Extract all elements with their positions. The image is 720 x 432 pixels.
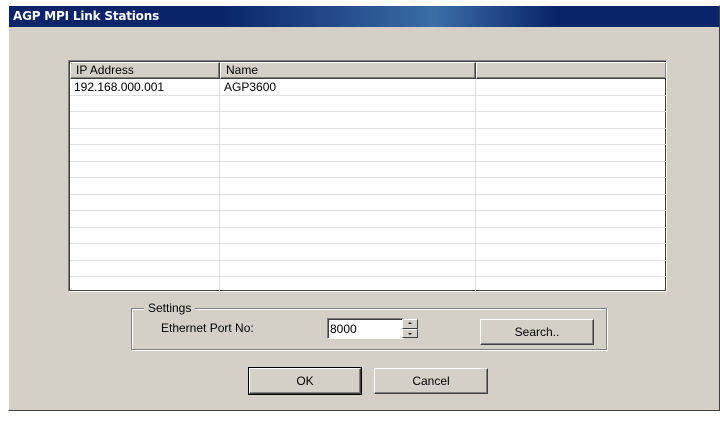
table-cell (220, 260, 476, 276)
list-header: IP Address Name (70, 62, 666, 79)
table-cell (476, 145, 666, 161)
table-cell (476, 244, 666, 260)
table-row[interactable]: 192.168.000.001 AGP3600 (70, 79, 666, 96)
table-row[interactable] (70, 128, 666, 145)
title-bar[interactable]: AGP MPI Link Stations (9, 6, 719, 27)
ethernet-port-input[interactable] (327, 318, 404, 339)
table-row[interactable] (70, 145, 666, 162)
table-cell (70, 227, 220, 243)
search-button[interactable]: Search.. (480, 319, 594, 345)
column-header-name[interactable]: Name (220, 62, 476, 79)
settings-group-label: Settings (144, 301, 196, 315)
table-cell (220, 145, 476, 161)
arrow-down-icon (408, 332, 412, 335)
table-row[interactable] (70, 112, 666, 129)
spin-down-button[interactable] (402, 328, 418, 338)
table-cell (220, 112, 476, 128)
table-cell (220, 95, 476, 111)
table-cell (476, 162, 666, 178)
spin-up-button[interactable] (402, 319, 418, 329)
table-row[interactable] (70, 194, 666, 211)
column-header-extra[interactable] (476, 62, 666, 79)
port-spinner (402, 319, 418, 338)
table-row[interactable] (70, 277, 666, 291)
table-row[interactable] (70, 227, 666, 244)
arrow-up-icon (408, 322, 412, 324)
column-header-ip-address[interactable]: IP Address (70, 62, 220, 79)
table-cell: AGP3600 (220, 79, 476, 95)
table-cell (70, 178, 220, 194)
table-cell (70, 194, 220, 210)
table-row[interactable] (70, 178, 666, 195)
table-row[interactable] (70, 211, 666, 228)
table-cell (70, 244, 220, 260)
table-cell (476, 112, 666, 128)
window-title: AGP MPI Link Stations (13, 9, 160, 23)
ok-button[interactable]: OK (248, 367, 362, 395)
table-cell (476, 195, 666, 211)
table-cell (70, 128, 220, 144)
table-cell (476, 228, 666, 244)
table-cell (220, 244, 476, 260)
table-cell (476, 79, 666, 95)
table-cell (220, 178, 476, 194)
table-cell (70, 145, 220, 161)
table-cell (70, 277, 220, 291)
table-row[interactable] (70, 260, 666, 277)
table-row[interactable] (70, 161, 666, 178)
table-cell (220, 194, 476, 210)
table-cell (70, 161, 220, 177)
table-cell (70, 260, 220, 276)
table-cell (220, 211, 476, 227)
table-cell (476, 211, 666, 227)
table-cell (220, 227, 476, 243)
table-cell (220, 277, 476, 291)
cancel-button[interactable]: Cancel (374, 368, 488, 394)
table-cell (70, 211, 220, 227)
table-cell (70, 95, 220, 111)
table-cell (70, 112, 220, 128)
table-cell: 192.168.000.001 (70, 79, 220, 95)
ethernet-port-label: Ethernet Port No: (161, 321, 254, 335)
table-row[interactable] (70, 95, 666, 112)
stations-list[interactable]: IP Address Name 192.168.000.001 AGP3600 (68, 60, 667, 292)
table-cell (220, 128, 476, 144)
table-cell (476, 277, 666, 291)
dialog-window: AGP MPI Link Stations IP Address Name 19… (8, 5, 720, 411)
table-row[interactable] (70, 244, 666, 261)
table-cell (476, 261, 666, 277)
table-cell (476, 178, 666, 194)
table-cell (220, 161, 476, 177)
table-cell (476, 96, 666, 112)
list-body: 192.168.000.001 AGP3600 (70, 79, 666, 291)
table-cell (476, 129, 666, 145)
